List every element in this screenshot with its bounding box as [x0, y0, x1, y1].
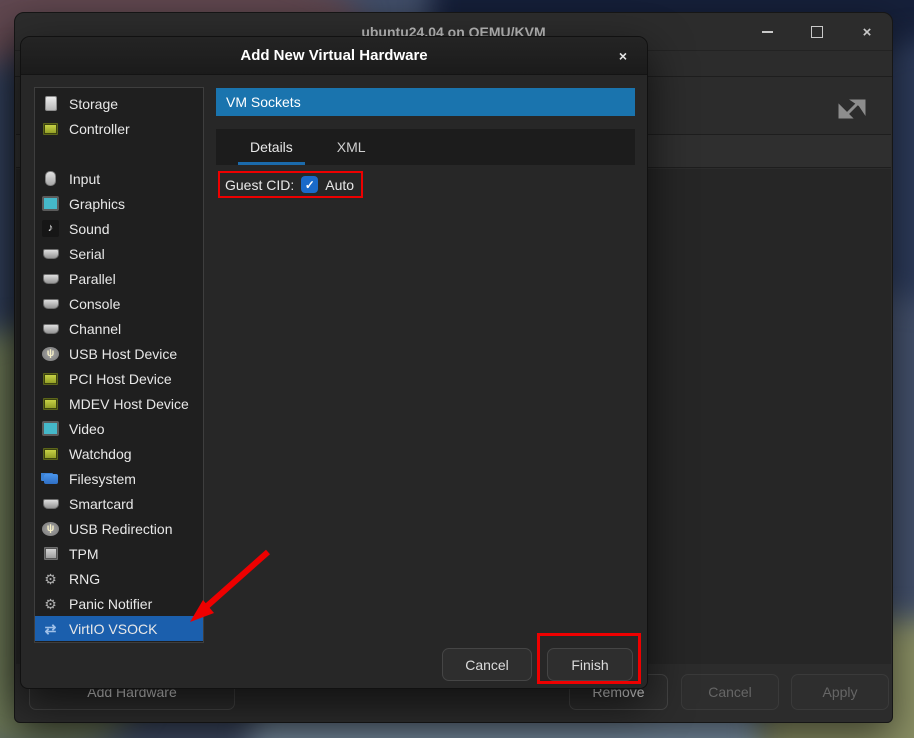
- sidebar-item-parallel[interactable]: Parallel: [35, 266, 203, 291]
- sidebar-item-channel[interactable]: Channel: [35, 316, 203, 341]
- sidebar-item-label: Smartcard: [69, 496, 134, 512]
- finish-button[interactable]: Finish: [547, 648, 633, 681]
- serial-port-icon: [42, 295, 59, 312]
- monitor-icon: [42, 420, 59, 437]
- sidebar-item-pci-host-device[interactable]: PCI Host Device: [35, 366, 203, 391]
- sidebar-item-input[interactable]: Input: [35, 166, 203, 191]
- sidebar-item-label: PCI Host Device: [69, 371, 172, 387]
- chip-icon: [42, 395, 59, 412]
- gear-icon: ⚙: [42, 570, 59, 587]
- sidebar-item-filesystem[interactable]: Filesystem: [35, 466, 203, 491]
- sidebar-spacer: [35, 141, 203, 166]
- sidebar-item-label: USB Host Device: [69, 346, 177, 362]
- sidebar-item-usb-host-device[interactable]: ψ USB Host Device: [35, 341, 203, 366]
- sidebar-item-video[interactable]: Video: [35, 416, 203, 441]
- sidebar-item-label: Filesystem: [69, 471, 136, 487]
- disk-icon: [42, 95, 59, 112]
- sidebar-item-usb-redirection[interactable]: ψ USB Redirection: [35, 516, 203, 541]
- sidebar-item-tpm[interactable]: TPM: [35, 541, 203, 566]
- arrows-icon: ⇄: [42, 620, 59, 637]
- sidebar-item-console[interactable]: Console: [35, 291, 203, 316]
- sidebar-item-smartcard[interactable]: Smartcard: [35, 491, 203, 516]
- close-icon[interactable]: ×: [856, 21, 878, 43]
- cancel-button[interactable]: Cancel: [681, 674, 779, 710]
- dialog-footer: Cancel Finish: [21, 641, 647, 688]
- sidebar-item-label: Watchdog: [69, 446, 132, 462]
- sidebar-item-controller[interactable]: Controller: [35, 116, 203, 141]
- panel-title: VM Sockets: [226, 94, 301, 110]
- apply-button[interactable]: Apply: [791, 674, 889, 710]
- sidebar-item-label: Graphics: [69, 196, 125, 212]
- sidebar-item-virtio-vsock[interactable]: ⇄ VirtIO VSOCK: [35, 616, 203, 641]
- minimize-icon[interactable]: [756, 21, 778, 43]
- chip-gray-icon: [42, 545, 59, 562]
- cancel-button[interactable]: Cancel: [442, 648, 532, 681]
- sidebar-item-label: USB Redirection: [69, 521, 173, 537]
- serial-port-icon: [42, 245, 59, 262]
- details-panel: VM Sockets DetailsXML Guest CID: ✓ Auto: [216, 88, 635, 643]
- sidebar-item-label: Controller: [69, 121, 130, 137]
- panel-title-bar: VM Sockets: [216, 88, 635, 116]
- sidebar-item-storage[interactable]: Storage: [35, 91, 203, 116]
- chip-icon: [42, 370, 59, 387]
- usb-icon: ψ: [42, 347, 59, 361]
- sidebar-item-label: Serial: [69, 246, 105, 262]
- fullscreen-icon[interactable]: [834, 91, 870, 127]
- sidebar-item-sound[interactable]: ♪ Sound: [35, 216, 203, 241]
- hardware-type-list: Storage Controller Input Graphics ♪ Soun…: [34, 87, 204, 643]
- mouse-icon: [42, 170, 59, 187]
- sidebar-item-label: VirtIO VSOCK: [69, 621, 157, 637]
- auto-checkbox[interactable]: ✓: [301, 176, 318, 193]
- guest-cid-label: Guest CID:: [225, 177, 294, 193]
- sidebar-item-label: Sound: [69, 221, 109, 237]
- chip-icon: [42, 445, 59, 462]
- sidebar-item-label: TPM: [69, 546, 99, 562]
- dialog-header: Add New Virtual Hardware ×: [21, 37, 647, 75]
- window-controls: ×: [756, 13, 878, 51]
- sidebar-item-rng[interactable]: ⚙ RNG: [35, 566, 203, 591]
- sidebar-item-label: Input: [69, 171, 100, 187]
- guest-cid-annotation-box: Guest CID: ✓ Auto: [218, 171, 363, 198]
- tab-xml[interactable]: XML: [315, 129, 388, 165]
- serial-port-icon: [42, 495, 59, 512]
- chip-icon: [42, 120, 59, 137]
- sidebar-item-label: Storage: [69, 96, 118, 112]
- tab-bar: DetailsXML: [216, 129, 635, 165]
- serial-port-icon: [42, 270, 59, 287]
- sidebar-item-panic-notifier[interactable]: ⚙ Panic Notifier: [35, 591, 203, 616]
- add-hardware-dialog: Add New Virtual Hardware × Storage Contr…: [20, 36, 648, 689]
- sidebar-item-label: Channel: [69, 321, 121, 337]
- sidebar-item-label: MDEV Host Device: [69, 396, 189, 412]
- serial-port-icon: [42, 320, 59, 337]
- folder-icon: [42, 470, 59, 487]
- sidebar-item-mdev-host-device[interactable]: MDEV Host Device: [35, 391, 203, 416]
- usb-icon: ψ: [42, 522, 59, 536]
- sidebar-item-label: RNG: [69, 571, 100, 587]
- sidebar-item-label: Console: [69, 296, 120, 312]
- sidebar-item-label: Video: [69, 421, 105, 437]
- dialog-close-icon[interactable]: ×: [613, 46, 633, 66]
- sidebar-item-graphics[interactable]: Graphics: [35, 191, 203, 216]
- sidebar-item-watchdog[interactable]: Watchdog: [35, 441, 203, 466]
- maximize-icon[interactable]: [806, 21, 828, 43]
- auto-label: Auto: [325, 177, 354, 193]
- sidebar-item-label: Parallel: [69, 271, 116, 287]
- panel-content: Guest CID: ✓ Auto: [216, 165, 635, 610]
- dialog-title: Add New Virtual Hardware: [240, 47, 427, 64]
- speaker-icon: ♪: [42, 220, 59, 237]
- sidebar-item-label: Panic Notifier: [69, 596, 152, 612]
- tab-details[interactable]: Details: [228, 129, 315, 165]
- gear-icon: ⚙: [42, 595, 59, 612]
- sidebar-item-serial[interactable]: Serial: [35, 241, 203, 266]
- monitor-icon: [42, 195, 59, 212]
